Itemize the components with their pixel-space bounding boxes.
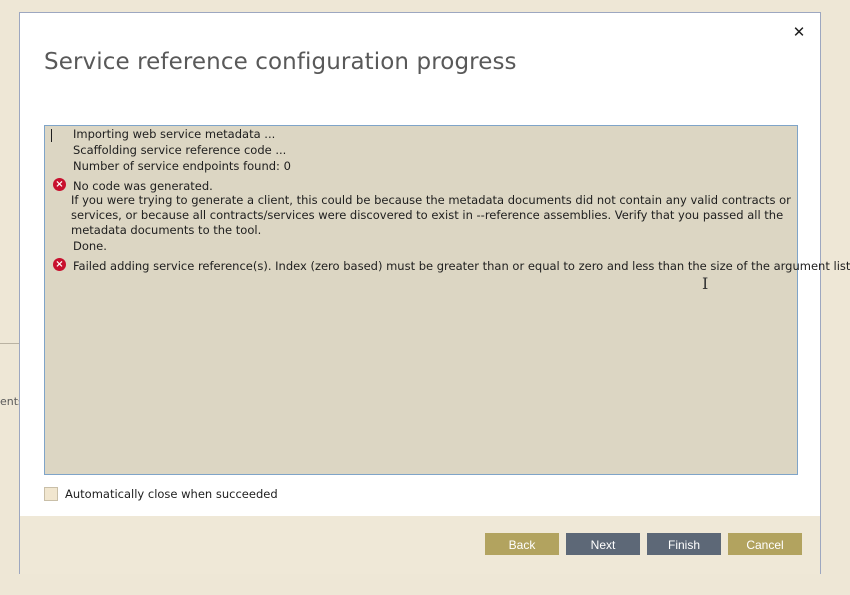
log-line: Done.: [73, 239, 107, 253]
progress-log[interactable]: Importing web service metadata ... Scaff…: [44, 125, 850, 475]
log-line: Number of service endpoints found: 0: [73, 159, 291, 173]
auto-close-checkbox[interactable]: [44, 487, 58, 501]
cancel-button[interactable]: Cancel: [728, 533, 802, 555]
text-caret: [51, 129, 52, 142]
error-icon: ×: [53, 178, 66, 191]
error-detail: If you were trying to generate a client,…: [71, 193, 791, 237]
close-icon[interactable]: ✕: [788, 21, 810, 43]
dialog-title: Service reference configuration progress: [44, 49, 517, 75]
service-reference-dialog: ✕ Service reference configuration progre…: [19, 12, 850, 574]
background-divider: [0, 343, 20, 344]
error-message: Failed adding service reference(s). Inde…: [73, 259, 850, 273]
error-icon: ×: [53, 258, 66, 271]
auto-close-option[interactable]: Automatically close when succeeded: [44, 487, 278, 501]
next-button[interactable]: Next: [566, 533, 640, 555]
log-line: Importing web service metadata ...: [73, 127, 276, 141]
log-line: Scaffolding service reference code ...: [73, 143, 287, 157]
auto-close-label: Automatically close when succeeded: [65, 487, 278, 501]
finish-button[interactable]: Finish: [647, 533, 721, 555]
back-button[interactable]: Back: [485, 533, 559, 555]
text-cursor-icon: I: [702, 274, 709, 293]
dialog-footer: Back Next Finish Cancel: [20, 516, 820, 574]
error-message: No code was generated.: [73, 179, 213, 193]
